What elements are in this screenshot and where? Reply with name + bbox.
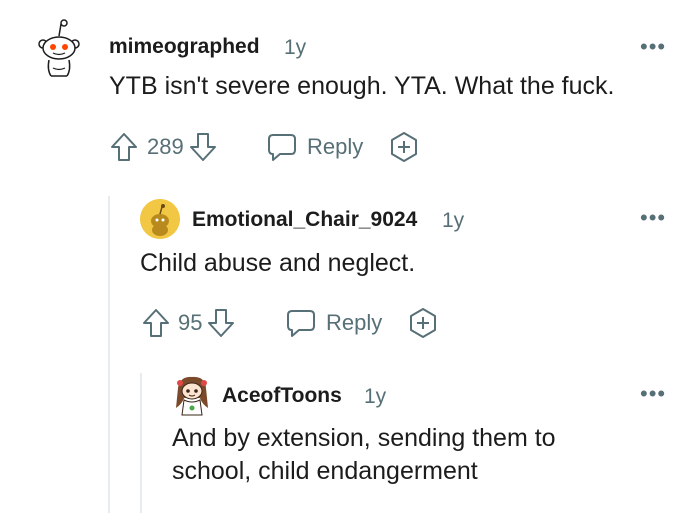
vote-count: 95 [178,310,203,335]
more-options-button[interactable]: ••• [640,36,666,58]
more-options-button[interactable]: ••• [640,207,666,229]
reply-icon [266,132,298,162]
award-button[interactable] [388,131,420,163]
thread-line-level-1[interactable] [108,196,110,513]
comment-text: YTB isn't severe enough. YTA. What the f… [109,72,615,100]
vote-controls: 289 [109,130,218,164]
reply-label: Reply [307,134,364,159]
vote-controls: 95 [141,306,236,340]
thread-line-level-2[interactable] [140,373,142,513]
award-icon [407,307,439,339]
username[interactable]: mimeographed [109,35,260,59]
award-icon [388,131,420,163]
snoo-avatar-icon [140,199,180,239]
comment-age: 1y [284,36,307,59]
upvote-icon[interactable] [109,131,139,163]
comment-text-line-1: And by extension, sending them to [172,424,556,452]
upvote-icon[interactable] [141,307,171,339]
more-options-button[interactable]: ••• [640,383,666,405]
comment-text: Child abuse and neglect. [140,249,416,277]
downvote-icon[interactable] [188,131,218,163]
comment-age: 1y [364,385,387,408]
reply-button[interactable]: Reply [266,130,363,164]
username[interactable]: Emotional_Chair_9024 [192,208,417,232]
user-avatar[interactable] [37,18,81,78]
comment-age: 1y [442,209,465,232]
user-avatar[interactable] [172,374,212,416]
reply-icon [285,308,317,338]
reply-label: Reply [326,310,383,335]
username[interactable]: AceofToons [222,384,342,408]
comment-text-line-2: school, child endangerment [172,457,478,485]
downvote-icon[interactable] [206,307,236,339]
user-avatar[interactable] [140,199,180,239]
snoo-avatar-icon [38,19,80,77]
reply-button[interactable]: Reply [285,306,382,340]
snoo-avatar-icon [176,376,208,416]
award-button[interactable] [407,307,439,339]
vote-count: 289 [147,134,184,159]
